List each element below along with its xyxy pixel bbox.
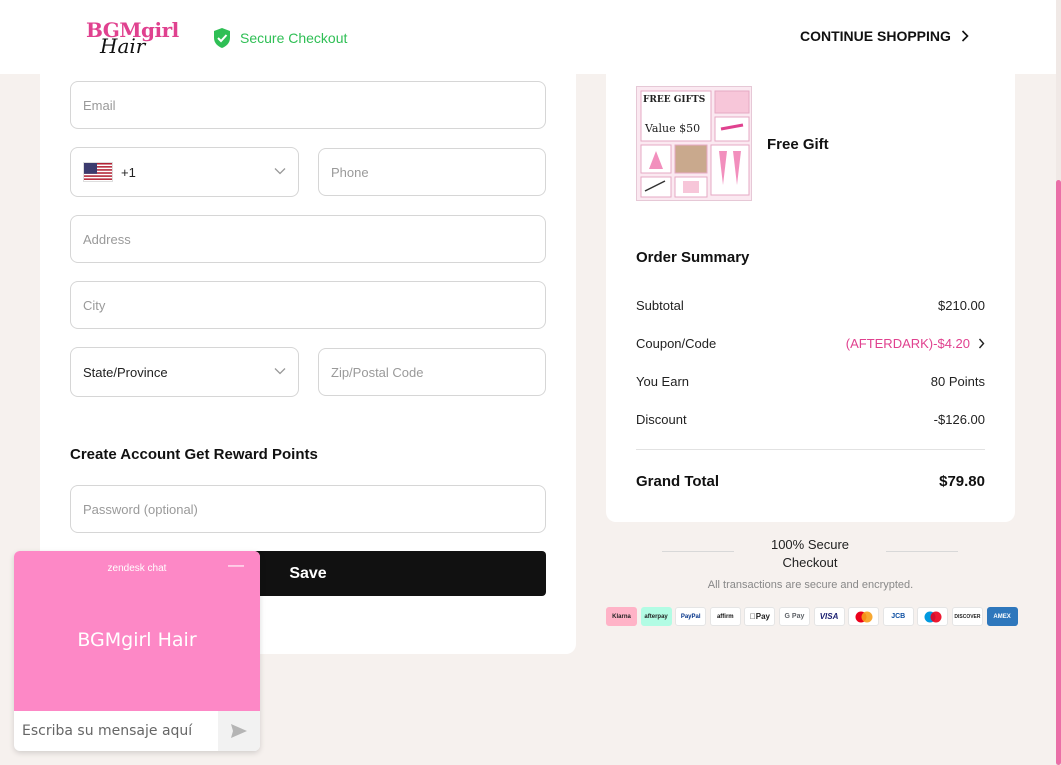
email-field[interactable]: Email	[70, 81, 546, 129]
city-placeholder: City	[83, 297, 106, 313]
payment-methods: Klarna afterpay PayPal affirm Pay G Pay…	[606, 607, 1018, 626]
coupon-value-link[interactable]: (AFTERDARK)-$4.20	[846, 336, 985, 351]
secure-checkout-badge: Secure Checkout	[212, 27, 347, 49]
country-code-value: +1	[121, 164, 136, 180]
chevron-down-icon	[274, 168, 286, 175]
grand-total-label: Grand Total	[636, 473, 720, 490]
secure-footer-subtext: All transactions are secure and encrypte…	[707, 579, 914, 591]
order-summary-title: Order Summary	[636, 249, 750, 266]
chevron-right-icon	[978, 338, 985, 349]
chat-input-row: Escriba su mensaje aquí	[14, 711, 260, 751]
scrollbar-thumb[interactable]	[1056, 180, 1061, 765]
discount-row: Discount -$126.00	[636, 412, 985, 427]
amex-icon: AMEX	[986, 607, 1018, 626]
shield-check-icon	[214, 28, 230, 48]
city-field[interactable]: City	[70, 281, 546, 329]
discount-value: -$126.00	[933, 412, 985, 427]
summary-divider	[636, 449, 985, 450]
earn-value: 80 Points	[930, 374, 985, 389]
chat-header: zendesk chat — BGMgirl Hair	[14, 551, 260, 711]
continue-shopping-link[interactable]: CONTINUE SHOPPING	[800, 28, 969, 44]
subtotal-row: Subtotal $210.00	[636, 298, 985, 313]
visa-icon: VISA	[813, 607, 845, 626]
earn-label: You Earn	[636, 374, 690, 389]
free-gift-label: Free Gift	[767, 136, 829, 153]
chevron-right-icon	[961, 30, 969, 42]
page-scrollbar[interactable]	[1056, 0, 1061, 765]
apple-pay-icon: Pay	[744, 607, 776, 626]
discount-label: Discount	[636, 412, 687, 427]
brand-logo[interactable]: BGMgirl Hair	[84, 14, 179, 60]
zip-placeholder: Zip/Postal Code	[331, 364, 424, 380]
chat-title: BGMgirl Hair	[77, 629, 197, 651]
chat-brand-label: zendesk chat	[107, 563, 167, 574]
continue-shopping-label: CONTINUE SHOPPING	[800, 28, 951, 44]
subtotal-label: Subtotal	[636, 298, 684, 313]
state-value: State/Province	[83, 364, 168, 380]
coupon-label: Coupon/Code	[636, 336, 717, 351]
chevron-down-icon	[274, 368, 286, 375]
jcb-icon: JCB	[882, 607, 914, 626]
minimize-icon[interactable]: —	[228, 557, 244, 575]
secure-checkout-footer: 100% Secure Checkout	[662, 536, 958, 572]
secure-footer-heading: 100% Secure Checkout	[770, 537, 850, 570]
site-header: BGMgirl Hair Secure Checkout CONTINUE SH…	[0, 0, 1056, 74]
afterpay-icon: afterpay	[640, 607, 672, 626]
gift-image-value: Value $50	[645, 122, 701, 135]
chat-message-input[interactable]: Escriba su mensaje aquí	[14, 711, 218, 751]
logo-text-bottom: Hair	[100, 34, 146, 58]
paypal-icon: PayPal	[675, 607, 707, 626]
free-gift-image: FREE GIFTS Value $50	[636, 86, 752, 201]
klarna-icon: Klarna	[606, 607, 637, 626]
us-flag-icon	[83, 162, 113, 182]
divider-line-left	[662, 551, 734, 552]
coupon-value: (AFTERDARK)-$4.20	[845, 336, 970, 351]
apple-pay-label: Pay	[752, 612, 770, 621]
maestro-icon	[917, 607, 949, 626]
grand-total-value: $79.80	[939, 473, 985, 490]
divider-line-right	[886, 551, 958, 552]
country-code-select[interactable]: +1	[70, 147, 299, 197]
send-icon	[231, 724, 247, 738]
address-field[interactable]: Address	[70, 215, 546, 263]
mastercard-icon	[848, 607, 880, 626]
password-field[interactable]: Password (optional)	[70, 485, 546, 533]
phone-field[interactable]: Phone	[318, 148, 546, 196]
create-account-title: Create Account Get Reward Points	[70, 446, 318, 463]
state-select[interactable]: State/Province	[70, 347, 299, 397]
zip-field[interactable]: Zip/Postal Code	[318, 348, 546, 396]
discover-icon: DISCOVER	[951, 607, 983, 626]
grand-total-row: Grand Total $79.80	[636, 473, 985, 490]
send-button[interactable]	[218, 711, 260, 751]
phone-placeholder: Phone	[331, 164, 369, 180]
subtotal-value: $210.00	[938, 298, 985, 313]
address-placeholder: Address	[83, 231, 131, 247]
password-placeholder: Password (optional)	[83, 501, 198, 517]
coupon-row[interactable]: Coupon/Code (AFTERDARK)-$4.20	[636, 336, 985, 351]
gift-image-title: FREE GIFTS	[643, 95, 706, 105]
email-placeholder: Email	[83, 97, 116, 113]
affirm-icon: affirm	[709, 607, 741, 626]
earn-points-row: You Earn 80 Points	[636, 374, 985, 389]
google-pay-icon: G Pay	[778, 607, 810, 626]
secure-checkout-label: Secure Checkout	[240, 30, 348, 46]
chat-widget[interactable]: zendesk chat — BGMgirl Hair Escriba su m…	[14, 551, 260, 751]
